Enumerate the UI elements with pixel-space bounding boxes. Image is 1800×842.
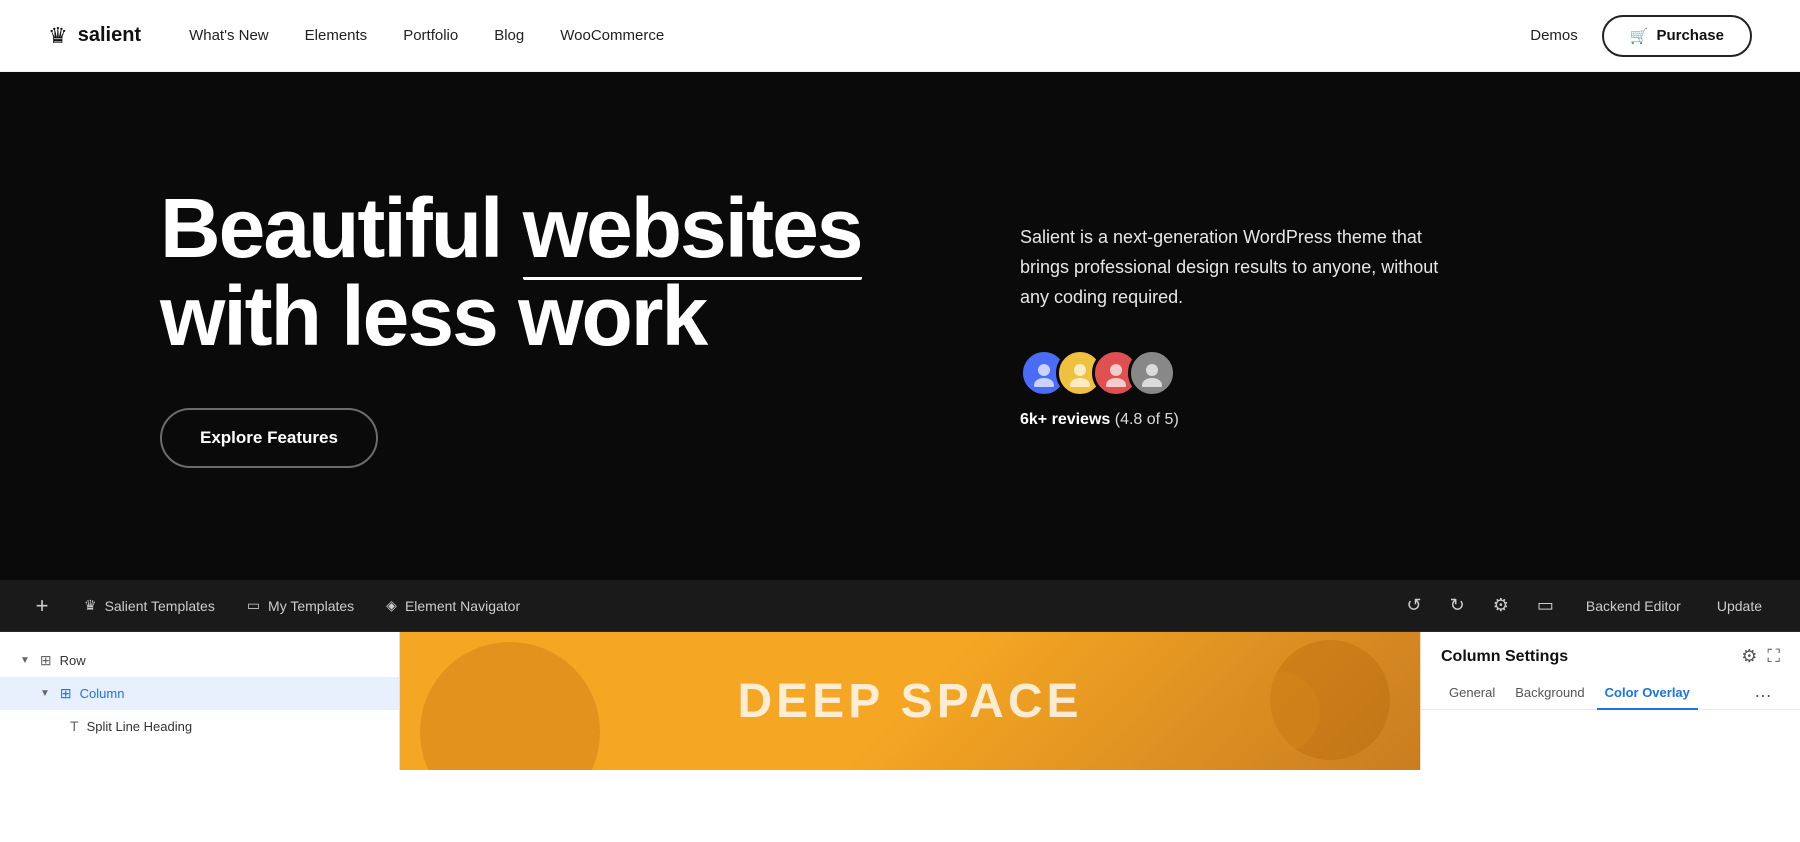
cart-icon: 🛒	[1630, 27, 1649, 45]
navbar: ♛ salient What's New Elements Portfolio …	[0, 0, 1800, 72]
navbar-right: Demos 🛒 Purchase	[1530, 15, 1752, 57]
hero-right: Salient is a next-generation WordPress t…	[1020, 223, 1460, 428]
split-heading-icon: T	[70, 718, 79, 734]
demos-link[interactable]: Demos	[1530, 27, 1578, 44]
row-icon: ⊞	[40, 652, 52, 669]
crown-icon: ♛	[48, 23, 68, 49]
editor-section: + ♛ Salient Templates ▭ My Templates ◈ E…	[0, 580, 1800, 770]
tab-general[interactable]: General	[1441, 677, 1503, 710]
preview-text: DEEP SPACE	[738, 674, 1083, 729]
hero-section: Beautiful websites with less work Explor…	[0, 0, 1800, 580]
reviews-rating: (4.8 of 5)	[1115, 411, 1179, 428]
settings-title: Column Settings	[1441, 648, 1568, 666]
my-templates-icon: ▭	[247, 597, 260, 614]
purchase-label: Purchase	[1656, 27, 1724, 44]
toolbar-right: ↺ ↻ ⚙ ▭ Backend Editor Update	[1397, 589, 1776, 622]
hero-content: Beautiful websites with less work Explor…	[160, 184, 1680, 468]
editor-content: ▼ ⊞ Row ▼ ⊞ Column T Split Line Heading	[0, 632, 1800, 770]
salient-templates-label: Salient Templates	[105, 598, 215, 614]
nav-portfolio[interactable]: Portfolio	[403, 27, 458, 44]
settings-button[interactable]: ⚙	[1483, 589, 1519, 622]
navbar-links: What's New Elements Portfolio Blog WooCo…	[189, 27, 1530, 44]
backend-editor-button[interactable]: Backend Editor	[1572, 592, 1695, 620]
salient-templates-button[interactable]: ♛ Salient Templates	[68, 589, 231, 622]
settings-tabs: General Background Color Overlay …	[1421, 677, 1800, 710]
row-label: Row	[60, 653, 86, 668]
column-label: Column	[80, 686, 125, 701]
salient-templates-icon: ♛	[84, 597, 97, 614]
hero-heading-line2: with less work	[160, 272, 940, 360]
settings-header: Column Settings ⚙ ⛶	[1421, 632, 1800, 667]
tree-item-row[interactable]: ▼ ⊞ Row	[0, 644, 399, 677]
tab-background[interactable]: Background	[1507, 677, 1592, 710]
editor-preview: DEEP SPACE	[400, 632, 1420, 770]
nav-blog[interactable]: Blog	[494, 27, 524, 44]
element-navigator-button[interactable]: ◈ Element Navigator	[370, 589, 536, 622]
element-navigator-label: Element Navigator	[405, 598, 520, 614]
redo-button[interactable]: ↻	[1440, 589, 1475, 622]
my-templates-button[interactable]: ▭ My Templates	[231, 589, 370, 622]
explore-features-button[interactable]: Explore Features	[160, 408, 378, 468]
settings-gear-icon[interactable]: ⚙	[1741, 646, 1757, 667]
hero-heading-beautiful: Beautiful	[160, 181, 501, 275]
element-navigator-icon: ◈	[386, 597, 397, 614]
editor-toolbar: + ♛ Salient Templates ▭ My Templates ◈ E…	[0, 580, 1800, 632]
avatar-4	[1128, 349, 1176, 397]
column-settings-panel: Column Settings ⚙ ⛶ General Background C…	[1420, 632, 1800, 770]
reviews-text: 6k+ reviews (4.8 of 5)	[1020, 411, 1460, 429]
settings-icon-group: ⚙ ⛶	[1741, 646, 1780, 667]
settings-more-icon[interactable]: …	[1746, 677, 1780, 710]
column-arrow: ▼	[40, 688, 50, 699]
hero-description: Salient is a next-generation WordPress t…	[1020, 223, 1460, 312]
reviews-count: 6k+ reviews	[1020, 411, 1110, 428]
avatars-row	[1020, 349, 1460, 397]
settings-resize-icon[interactable]: ⛶	[1767, 646, 1780, 667]
split-heading-label: Split Line Heading	[87, 719, 193, 734]
nav-whats-new[interactable]: What's New	[189, 27, 269, 44]
update-button[interactable]: Update	[1703, 592, 1776, 620]
purchase-button[interactable]: 🛒 Purchase	[1602, 15, 1752, 57]
brand-name: salient	[78, 24, 141, 47]
my-templates-label: My Templates	[268, 598, 354, 614]
layout-button[interactable]: ▭	[1527, 589, 1564, 622]
editor-tree: ▼ ⊞ Row ▼ ⊞ Column T Split Line Heading	[0, 632, 400, 770]
preview-image: DEEP SPACE	[400, 632, 1420, 770]
brand-logo[interactable]: ♛ salient	[48, 23, 141, 49]
nav-elements[interactable]: Elements	[305, 27, 368, 44]
nav-woocommerce[interactable]: WooCommerce	[560, 27, 664, 44]
undo-button[interactable]: ↺	[1397, 589, 1432, 622]
tree-item-split-line-heading[interactable]: T Split Line Heading	[0, 710, 399, 742]
add-element-button[interactable]: +	[24, 588, 60, 624]
hero-heading: Beautiful websites with less work	[160, 184, 940, 360]
hero-left: Beautiful websites with less work Explor…	[160, 184, 940, 468]
column-icon: ⊞	[60, 685, 72, 702]
tree-item-column[interactable]: ▼ ⊞ Column	[0, 677, 399, 710]
row-arrow: ▼	[20, 655, 30, 666]
tab-color-overlay[interactable]: Color Overlay	[1597, 677, 1698, 710]
hero-heading-websites: websites	[523, 184, 862, 272]
